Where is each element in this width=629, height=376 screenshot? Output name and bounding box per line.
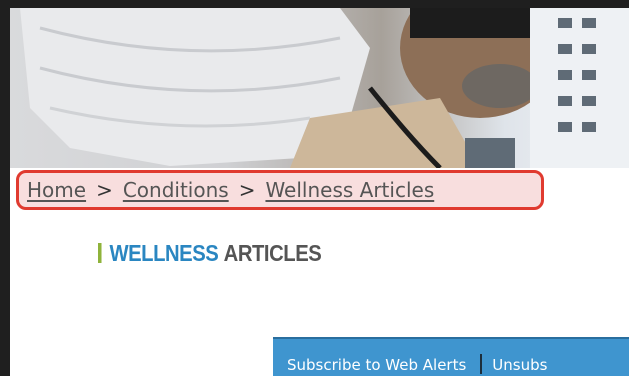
breadcrumb-wellness-articles-link[interactable]: Wellness Articles [265,178,434,202]
page: Home > Conditions > Wellness Articles WE… [10,8,629,376]
breadcrumb-separator: > [238,178,256,202]
page-title-part1: WELLNESS [109,239,219,266]
breadcrumb: Home > Conditions > Wellness Articles [16,170,544,210]
breadcrumb-home-link[interactable]: Home [27,178,86,202]
page-title: WELLNESS ARTICLES [98,238,322,268]
page-title-part2: ARTICLES [223,239,322,266]
web-alerts-bar: Subscribe to Web Alerts Unsubs [273,337,629,376]
breadcrumb-separator: > [96,178,113,202]
hero-banner-image [10,8,629,168]
unsubscribe-link[interactable]: Unsubs [492,356,547,374]
doctor-photo-image [20,8,629,168]
subscribe-web-alerts-link[interactable]: Subscribe to Web Alerts [273,356,466,374]
breadcrumb-conditions-link[interactable]: Conditions [123,178,229,202]
title-accent-bar [98,243,102,263]
alerts-divider [480,354,483,374]
